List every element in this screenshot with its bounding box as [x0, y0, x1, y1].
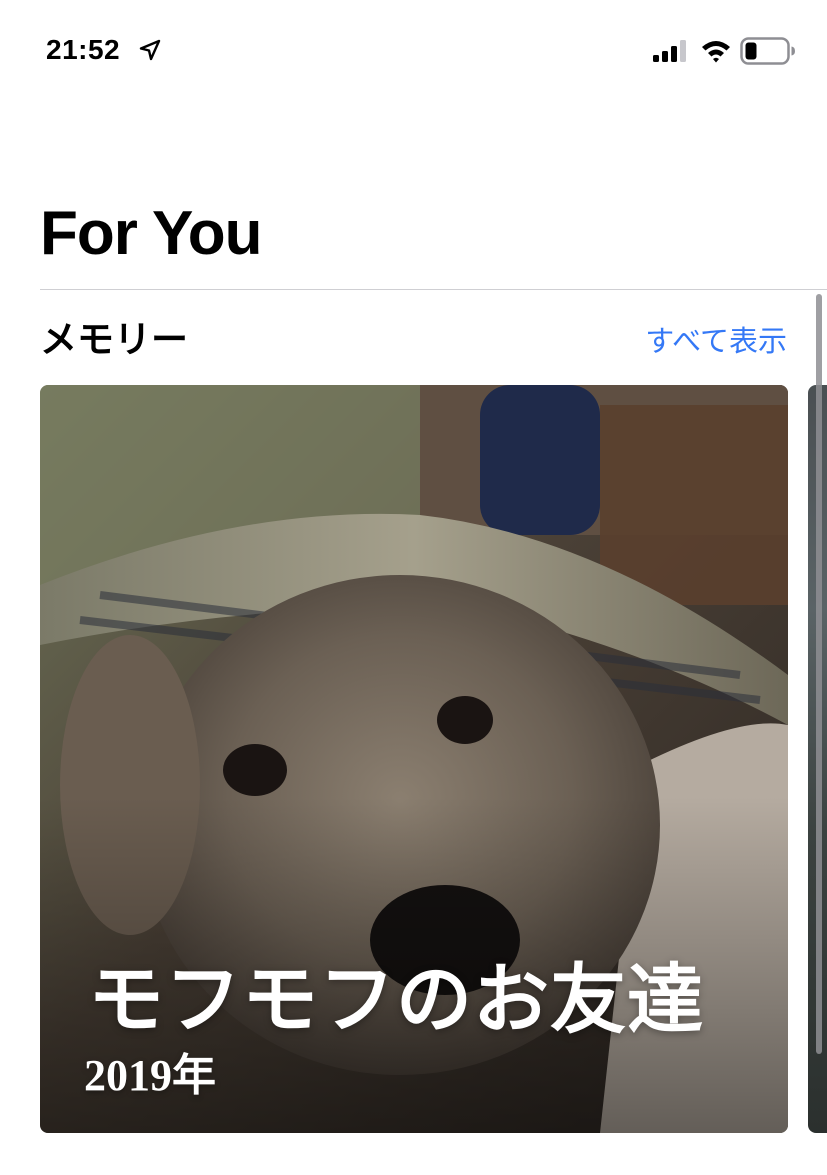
wifi-icon: [702, 41, 730, 63]
memory-title: モフモフのお友達: [88, 958, 704, 1043]
status-time: 21:52: [46, 34, 121, 65]
scroll-indicator: [816, 294, 822, 1054]
location-arrow-icon: [139, 39, 161, 61]
memory-subtitle: 2019年: [84, 1051, 216, 1100]
memory-card[interactable]: モフモフのお友達 2019年: [40, 385, 788, 1133]
header-divider: [40, 289, 827, 290]
cellular-signal-icon: [653, 40, 686, 62]
battery-icon: [740, 37, 795, 65]
see-all-link[interactable]: すべて表示: [645, 322, 787, 362]
memories-section-title: メモリー: [40, 319, 188, 360]
page-title: For You: [40, 199, 262, 268]
